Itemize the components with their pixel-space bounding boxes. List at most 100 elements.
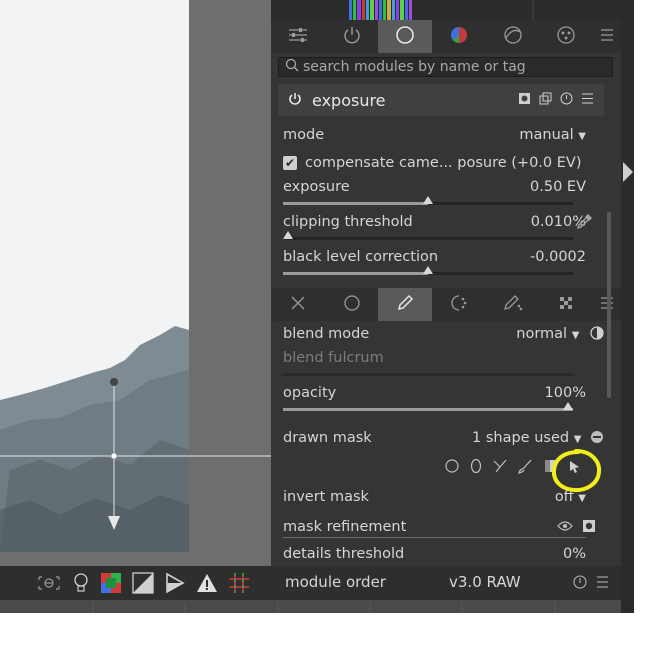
exposure-label: exposure [283, 179, 350, 195]
opacity-slider[interactable] [283, 402, 573, 411]
module-title: exposure [312, 90, 386, 110]
right-panel-edge [621, 0, 634, 613]
circle-outline-icon [343, 294, 361, 316]
filmstrip[interactable] [0, 600, 621, 613]
color-wheel-icon [449, 25, 469, 49]
remove-mask-icon[interactable] [590, 430, 604, 446]
module-order-label: module order [285, 573, 386, 591]
invert-mask-label: invert mask [283, 489, 369, 505]
slider-thumb[interactable] [423, 196, 433, 204]
invert-mask-dropdown[interactable]: off ▼ [555, 489, 586, 505]
presets-icon[interactable] [581, 92, 594, 108]
mask-refinement-label: mask refinement [283, 519, 407, 535]
color-assessment-icon[interactable] [100, 572, 122, 598]
invert-mask-row[interactable]: invert mask off ▼ [283, 489, 586, 505]
clipping-slider[interactable] [283, 231, 573, 240]
compensate-row[interactable]: ✔ compensate came... posure (+0.0 EV) [283, 155, 586, 171]
parametric-mask-icon [449, 294, 469, 316]
mask-icon[interactable] [518, 92, 531, 108]
tab-effects[interactable] [539, 20, 593, 53]
tab-base[interactable] [378, 20, 433, 53]
show-mask-icon[interactable] [582, 519, 596, 535]
module-power-icon[interactable] [288, 91, 302, 110]
slider-thumb[interactable] [283, 231, 293, 239]
clipping-label: clipping threshold [283, 214, 413, 230]
multi-instance-icon[interactable] [539, 92, 552, 108]
module-order-value[interactable]: v3.0 RAW [449, 573, 521, 591]
gradient-shape-icon[interactable] [542, 458, 558, 478]
compensate-label: compensate came... posure (+0.0 EV) [305, 155, 582, 171]
tab-drawn-parametric-mask[interactable] [486, 288, 540, 321]
module-search [278, 57, 613, 77]
module-scrollbar[interactable] [607, 212, 611, 398]
search-icon [285, 58, 299, 76]
exposure-value: 0.50 EV [530, 179, 586, 195]
histogram[interactable] [271, 0, 621, 20]
tab-raster-mask[interactable] [539, 288, 593, 321]
compensate-checkbox[interactable]: ✔ [283, 156, 297, 170]
blend-mode-label: blend mode [283, 326, 370, 342]
circle-shape-icon[interactable] [444, 458, 460, 478]
eye-icon[interactable] [557, 519, 574, 535]
softproof-icon[interactable] [132, 572, 154, 598]
module-group-tabs [271, 20, 621, 53]
tab-drawn-mask[interactable] [378, 288, 433, 321]
tab-quick-access[interactable] [271, 20, 325, 53]
blend-mode-dropdown[interactable]: normal ▼ [516, 326, 604, 342]
slider-thumb[interactable] [563, 402, 573, 410]
lightbulb-icon[interactable] [72, 572, 90, 598]
exposure-row: exposure 0.50 EV [283, 179, 586, 195]
darktable-window: exposure mode manual ▼ ✔ compensate came.… [0, 0, 634, 613]
tab-uniform-blend[interactable] [325, 288, 379, 321]
presets-icon[interactable] [596, 574, 609, 593]
opacity-row: opacity 100% [283, 385, 586, 401]
black-level-row: black level correction -0.0002 [283, 249, 586, 265]
search-input[interactable] [299, 59, 603, 75]
mask-shape-overlay[interactable] [0, 0, 271, 566]
tab-color[interactable] [432, 20, 486, 53]
drawn-mask-dropdown[interactable]: 1 shape used ▼ [472, 430, 604, 446]
blend-fulcrum-row: blend fulcrum [283, 350, 586, 366]
guides-icon[interactable] [228, 572, 250, 598]
blend-mode-tabs [271, 288, 621, 321]
details-threshold-label: details threshold [283, 546, 405, 562]
details-threshold-value: 0% [562, 546, 586, 562]
sliders-icon [287, 25, 309, 49]
focus-peaking-icon[interactable] [36, 574, 62, 596]
tab-correct[interactable] [486, 20, 540, 53]
tab-blend-off[interactable] [271, 288, 325, 321]
exposure-slider[interactable] [283, 196, 573, 205]
dropdown-arrow-icon: ▼ [571, 330, 580, 341]
mode-dropdown[interactable]: manual ▼ [519, 127, 586, 143]
mask-refinement-row[interactable]: mask refinement [283, 519, 595, 538]
edit-shapes-icon[interactable] [567, 458, 583, 478]
black-level-slider[interactable] [283, 266, 573, 275]
color-picker-icon[interactable] [576, 213, 593, 233]
slider-thumb[interactable] [423, 266, 433, 274]
checker-icon [557, 294, 575, 316]
path-shape-icon[interactable] [492, 458, 508, 478]
half-circle-icon[interactable] [590, 326, 604, 342]
details-threshold-row: details threshold 0% [283, 546, 586, 562]
expand-panel-arrow-icon[interactable] [623, 162, 633, 182]
presets-menu[interactable] [593, 20, 621, 53]
module-header-exposure[interactable]: exposure [278, 84, 604, 116]
drawn-mask-row[interactable]: drawn mask 1 shape used ▼ [283, 430, 603, 446]
reset-icon[interactable] [573, 574, 587, 593]
drawn-mask-label: drawn mask [283, 430, 372, 446]
black-level-value: -0.0002 [530, 249, 586, 265]
reset-icon[interactable] [560, 92, 573, 108]
warning-icon[interactable] [196, 572, 218, 598]
tab-parametric-mask[interactable] [432, 288, 486, 321]
dropdown-arrow-icon: ▼ [573, 434, 582, 445]
ellipse-shape-icon[interactable] [469, 458, 483, 478]
mode-row[interactable]: mode manual ▼ [283, 127, 586, 143]
blend-mode-row[interactable]: blend mode normal ▼ [283, 326, 604, 342]
gamut-check-icon[interactable] [164, 572, 186, 598]
brush-shape-icon[interactable] [517, 458, 533, 478]
black-level-label: black level correction [283, 249, 439, 265]
tab-active-modules[interactable] [325, 20, 379, 53]
power-icon [342, 25, 362, 49]
image-canvas[interactable] [0, 0, 271, 566]
dropdown-arrow-icon: ▼ [578, 493, 586, 504]
